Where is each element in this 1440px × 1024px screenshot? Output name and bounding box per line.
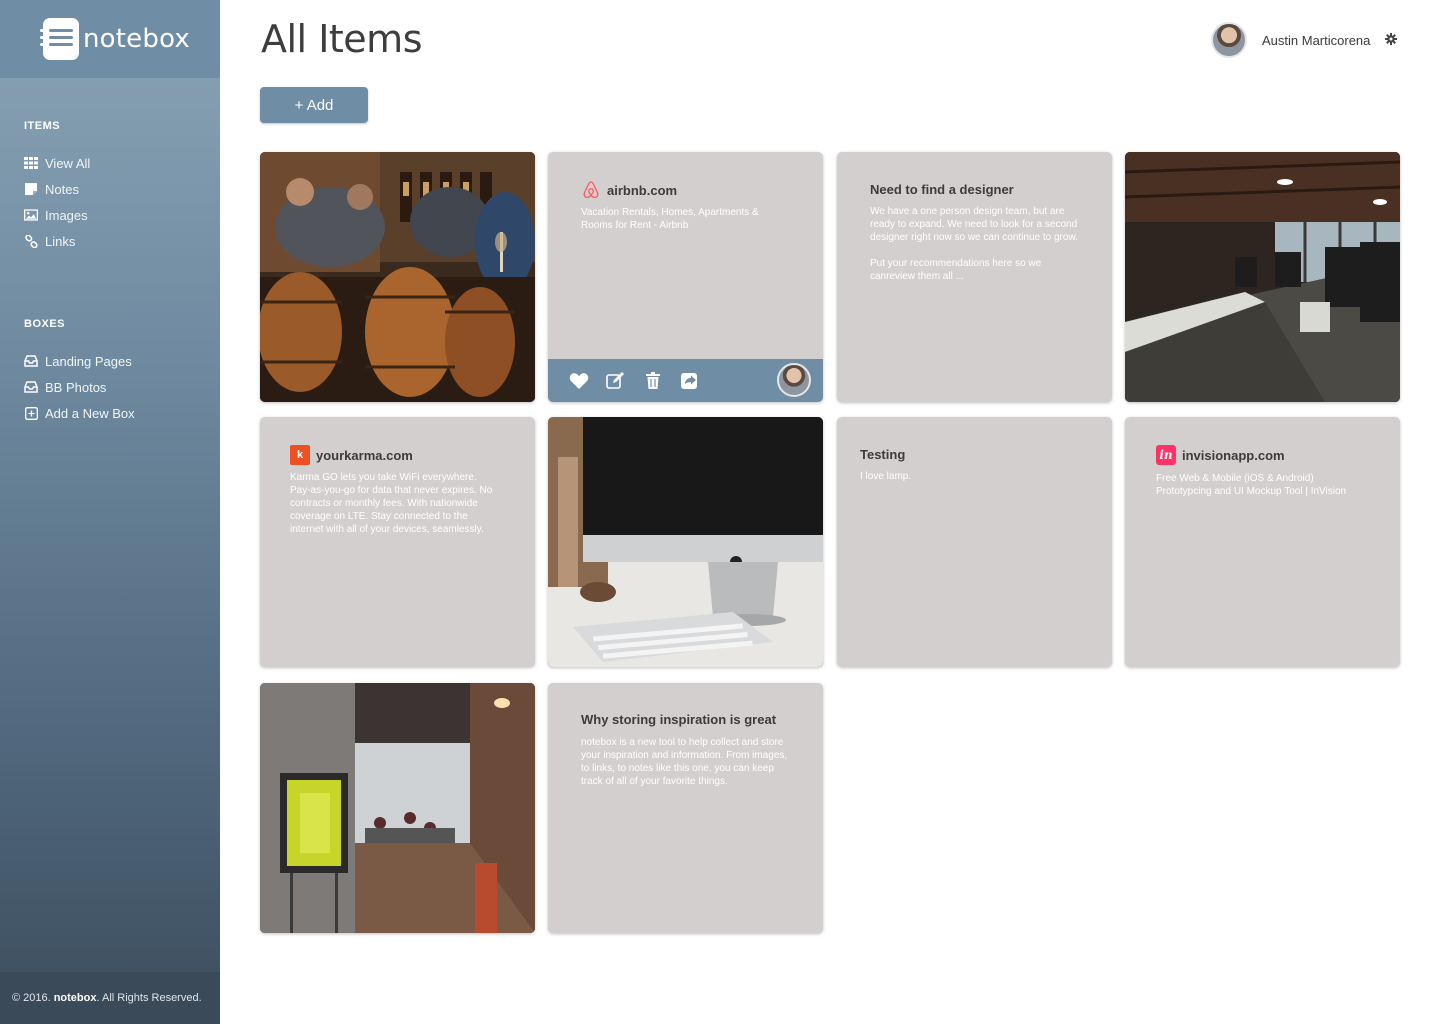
inbox-icon bbox=[24, 380, 38, 394]
link-description: Free Web & Mobile (iOS & Android) Protot… bbox=[1156, 473, 1347, 497]
edit-icon[interactable] bbox=[597, 359, 634, 402]
sidebar-item-label: Landing Pages bbox=[45, 353, 132, 369]
sidebar-item-label: Images bbox=[45, 207, 88, 223]
image-card-winebar[interactable] bbox=[260, 152, 535, 402]
sidebar-item-notes[interactable]: Notes bbox=[24, 176, 220, 202]
link-site-name: yourkarma.com bbox=[316, 447, 413, 463]
link-icon bbox=[24, 234, 38, 248]
user-name[interactable]: Austin Marticorena bbox=[1262, 33, 1370, 48]
link-card-invision[interactable]: in invisionapp.com Free Web & Mobile (iO… bbox=[1125, 417, 1400, 667]
link-card-header: k yourkarma.com bbox=[290, 445, 413, 465]
sidebar-item-images[interactable]: Images bbox=[24, 202, 220, 228]
sidebar-item-label: Notes bbox=[45, 181, 79, 197]
add-button[interactable]: + Add bbox=[260, 87, 368, 123]
items-section: ITEMS View All Notes Images Links bbox=[0, 120, 220, 254]
sidebar-item-bb-photos[interactable]: BB Photos bbox=[24, 374, 220, 400]
note-icon bbox=[24, 182, 38, 196]
grid-icon bbox=[24, 156, 38, 170]
sidebar-item-links[interactable]: Links bbox=[24, 228, 220, 254]
copyright-suffix: . All Rights Reserved. bbox=[96, 992, 202, 1004]
karma-logo-icon: k bbox=[290, 445, 310, 465]
inbox-icon bbox=[24, 354, 38, 368]
winebar-photo bbox=[260, 152, 535, 402]
image-card-workspace[interactable] bbox=[260, 683, 535, 933]
sidebar-item-label: View All bbox=[45, 155, 91, 171]
link-description: Vacation Rentals, Homes, Apartments & Ro… bbox=[581, 207, 759, 231]
airbnb-logo-icon bbox=[581, 180, 601, 200]
sidebar-item-label: Links bbox=[45, 233, 76, 249]
brand[interactable]: notebox bbox=[0, 0, 220, 78]
note-title: Why storing inspiration is great bbox=[581, 712, 777, 727]
gear-icon[interactable] bbox=[1385, 32, 1398, 48]
avatar[interactable] bbox=[1211, 22, 1247, 58]
link-site-name: invisionapp.com bbox=[1182, 447, 1285, 463]
notebook-logo-icon bbox=[40, 18, 79, 60]
link-description: Karma GO lets you take WiFi everywhere. … bbox=[290, 472, 493, 535]
page-title: All Items bbox=[261, 17, 423, 61]
copyright-prefix: © 2016. bbox=[12, 992, 51, 1004]
image-card-imac[interactable] bbox=[548, 417, 823, 667]
workspace-photo bbox=[260, 683, 535, 933]
items-heading: ITEMS bbox=[24, 120, 61, 132]
trash-icon[interactable] bbox=[634, 359, 671, 402]
boxes-heading: BOXES bbox=[24, 318, 66, 330]
share-icon[interactable] bbox=[671, 359, 708, 402]
avatar[interactable] bbox=[777, 363, 811, 397]
sidebar-item-label: Add a New Box bbox=[45, 405, 135, 421]
link-site-name: airbnb.com bbox=[607, 182, 678, 198]
sidebar-item-add-box[interactable]: Add a New Box bbox=[24, 400, 220, 426]
note-body: We have a one person design team, but ar… bbox=[870, 206, 1078, 282]
image-card-office[interactable] bbox=[1125, 152, 1400, 402]
link-card-karma[interactable]: k yourkarma.com Karma GO lets you take W… bbox=[260, 417, 535, 667]
sidebar: notebox ITEMS View All Notes Images Link… bbox=[0, 0, 220, 1024]
note-body: I love lamp. bbox=[860, 471, 912, 482]
note-card-testing[interactable]: Testing I love lamp. bbox=[837, 417, 1112, 667]
link-card-header: in invisionapp.com bbox=[1156, 445, 1285, 465]
note-title: Need to find a designer bbox=[870, 182, 1014, 197]
note-title: Testing bbox=[860, 447, 906, 462]
link-card-airbnb[interactable]: airbnb.com Vacation Rentals, Homes, Apar… bbox=[548, 152, 823, 402]
imac-photo bbox=[548, 417, 823, 667]
image-icon bbox=[24, 208, 38, 222]
copyright-brand: notebox bbox=[53, 992, 97, 1004]
sidebar-item-view-all[interactable]: View All bbox=[24, 150, 220, 176]
note-card-inspiration[interactable]: Why storing inspiration is great notebox… bbox=[548, 683, 823, 933]
card-action-bar bbox=[548, 359, 823, 402]
sidebar-item-label: BB Photos bbox=[45, 379, 107, 395]
boxes-section: BOXES Landing Pages BB Photos Add a New … bbox=[0, 318, 220, 426]
heart-icon[interactable] bbox=[560, 359, 597, 402]
note-card-designer[interactable]: Need to find a designer We have a one pe… bbox=[837, 152, 1112, 402]
office-photo bbox=[1125, 152, 1400, 402]
note-body: notebox is a new tool to help collect an… bbox=[581, 737, 788, 787]
invision-logo-icon: in bbox=[1156, 445, 1176, 465]
plus-square-icon bbox=[24, 406, 38, 420]
sidebar-item-landing-pages[interactable]: Landing Pages bbox=[24, 348, 220, 374]
sidebar-footer: © 2016. notebox . All Rights Reserved. bbox=[0, 972, 220, 1024]
user-menu[interactable]: Austin Marticorena bbox=[1211, 22, 1398, 58]
brand-name: notebox bbox=[83, 24, 190, 54]
link-card-header: airbnb.com bbox=[581, 180, 677, 200]
